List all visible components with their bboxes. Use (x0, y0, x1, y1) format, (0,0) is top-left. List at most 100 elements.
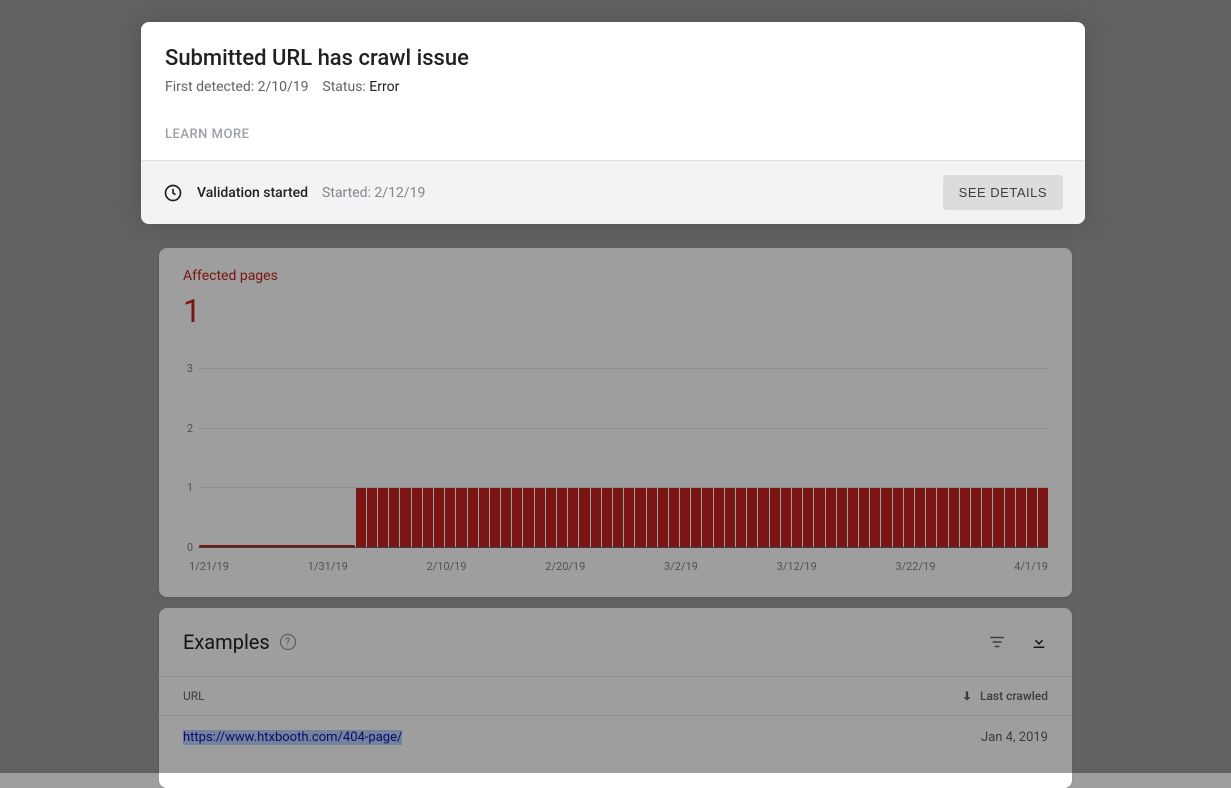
chart-bar (736, 487, 746, 547)
see-details-button[interactable]: SEE DETAILS (943, 175, 1063, 210)
chart-bar (535, 487, 545, 547)
example-url-cell: https://www.htxbooth.com/404-page/ (183, 730, 981, 745)
column-header-url[interactable]: URL (183, 689, 960, 703)
validation-started-date: Started: 2/12/19 (322, 185, 929, 201)
chart-bar (456, 487, 466, 547)
chart-bar (725, 487, 735, 547)
chart-bar (949, 487, 959, 547)
x-tick-label: 4/1/19 (1014, 560, 1048, 573)
chart-bar (881, 487, 891, 547)
chart-bar (378, 487, 388, 547)
chart-bar (647, 487, 657, 547)
chart-bar (1016, 487, 1026, 547)
chart-bar (624, 487, 634, 547)
chart-bar (389, 487, 399, 547)
chart-bar (434, 487, 444, 547)
x-tick-label: 1/21/19 (189, 560, 229, 573)
chart-bar (490, 487, 500, 547)
column-header-last-crawled[interactable]: Last crawled (960, 689, 1048, 703)
y-tick-label: 1 (179, 481, 193, 494)
affected-pages-label: Affected pages (183, 268, 278, 284)
example-date-cell: Jan 4, 2019 (981, 730, 1048, 745)
issue-meta: First detected: 2/10/19 Status: Error (165, 79, 1061, 95)
chart-bar (926, 487, 936, 547)
chart-bar (568, 487, 578, 547)
chart-bar (837, 487, 847, 547)
x-tick-label: 3/2/19 (664, 560, 698, 573)
download-icon[interactable] (1030, 633, 1048, 651)
chart-bar (758, 487, 768, 547)
chart-bar (468, 487, 478, 547)
validation-bar: Validation started Started: 2/12/19 SEE … (141, 160, 1085, 224)
clock-icon (163, 183, 183, 203)
chart-bar (792, 487, 802, 547)
chart-bar (423, 487, 433, 547)
help-icon[interactable]: ? (280, 634, 296, 650)
x-tick-label: 3/12/19 (777, 560, 817, 573)
table-row[interactable]: https://www.htxbooth.com/404-page/ Jan 4… (159, 716, 1072, 759)
chart-bar (412, 487, 422, 547)
chart-bar (691, 487, 701, 547)
chart-bar (859, 487, 869, 547)
chart-bar (781, 487, 791, 547)
chart-bar (680, 487, 690, 547)
chart-bar (971, 487, 981, 547)
chart-bar (714, 487, 724, 547)
chart-bar (613, 487, 623, 547)
chart-bar (814, 487, 824, 547)
issue-title: Submitted URL has crawl issue (165, 46, 1061, 71)
chart-bar (445, 487, 455, 547)
chart-bar (669, 487, 679, 547)
gridline (199, 368, 1048, 369)
chart-bar (557, 487, 567, 547)
chart-bar (893, 487, 903, 547)
learn-more-link[interactable]: LEARN MORE (165, 127, 249, 142)
validation-status-label: Validation started (197, 185, 308, 201)
chart-bar (848, 487, 858, 547)
chart-bar (870, 487, 880, 547)
chart-bar (770, 487, 780, 547)
chart-bar (960, 487, 970, 547)
affected-pages-card: Affected pages 1 1/21/191/31/192/10/192/… (159, 248, 1072, 597)
chart-bar (915, 487, 925, 547)
chart-bar (400, 487, 410, 547)
chart-bar (367, 487, 377, 547)
chart-bar (546, 487, 556, 547)
chart-bar (479, 487, 489, 547)
chart-bar (579, 487, 589, 547)
chart-bar (982, 487, 992, 547)
chart-bar (591, 487, 601, 547)
chart-bar (826, 487, 836, 547)
gridline (199, 547, 1048, 548)
gridline (199, 487, 1048, 488)
x-tick-label: 2/10/19 (427, 560, 467, 573)
chart-bar (702, 487, 712, 547)
chart-bar (747, 487, 757, 547)
x-tick-label: 3/22/19 (895, 560, 935, 573)
chart-bar (356, 487, 366, 547)
examples-title: Examples (183, 630, 270, 654)
chart-zero-segment (199, 545, 355, 547)
issue-header: Submitted URL has crawl issue First dete… (141, 22, 1085, 160)
issue-overlay-card: Submitted URL has crawl issue First dete… (141, 22, 1085, 224)
chart-bar (658, 487, 668, 547)
chart-bar (1027, 487, 1037, 547)
chart-bar (602, 487, 612, 547)
example-url-link[interactable]: https://www.htxbooth.com/404-page/ (183, 730, 402, 745)
gridline (199, 428, 1048, 429)
chart-bars (199, 378, 1048, 547)
y-tick-label: 0 (179, 541, 193, 554)
chart-bar (501, 487, 511, 547)
chart-bar (512, 487, 522, 547)
x-tick-label: 2/20/19 (545, 560, 585, 573)
examples-header: Examples ? (159, 608, 1072, 676)
chart-bar (937, 487, 947, 547)
chart-bar (523, 487, 533, 547)
filter-icon[interactable] (988, 633, 1006, 651)
chart-bar (904, 487, 914, 547)
chart-bar (993, 487, 1003, 547)
chart-x-axis: 1/21/191/31/192/10/192/20/193/2/193/12/1… (189, 560, 1048, 573)
examples-card: Examples ? URL Last crawled (159, 608, 1072, 788)
y-tick-label: 3 (179, 362, 193, 375)
examples-table-header: URL Last crawled (159, 676, 1072, 716)
